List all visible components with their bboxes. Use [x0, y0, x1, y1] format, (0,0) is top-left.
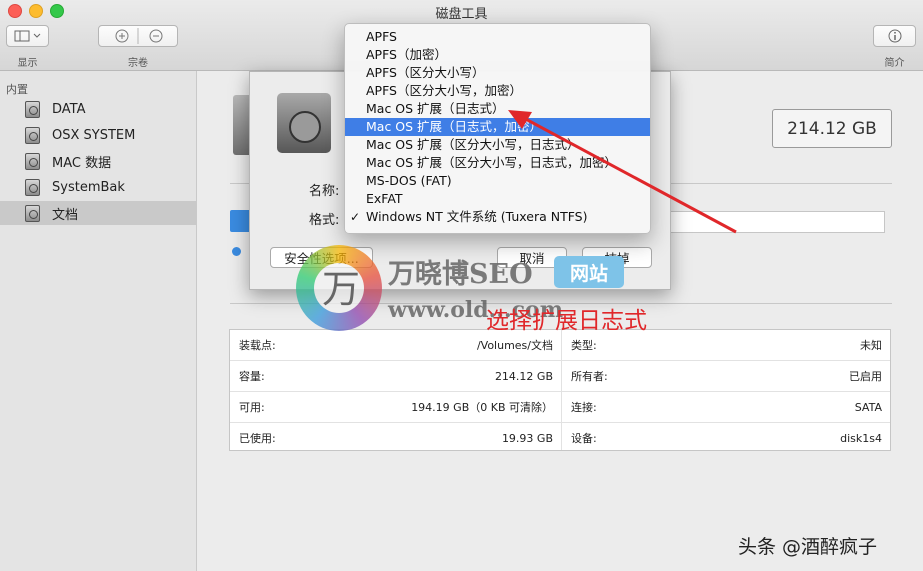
annotation-text: 选择扩展日志式 — [486, 308, 647, 334]
footer-credit: 头条 @酒醉疯子 — [738, 536, 878, 558]
annotation-arrow — [508, 110, 737, 234]
